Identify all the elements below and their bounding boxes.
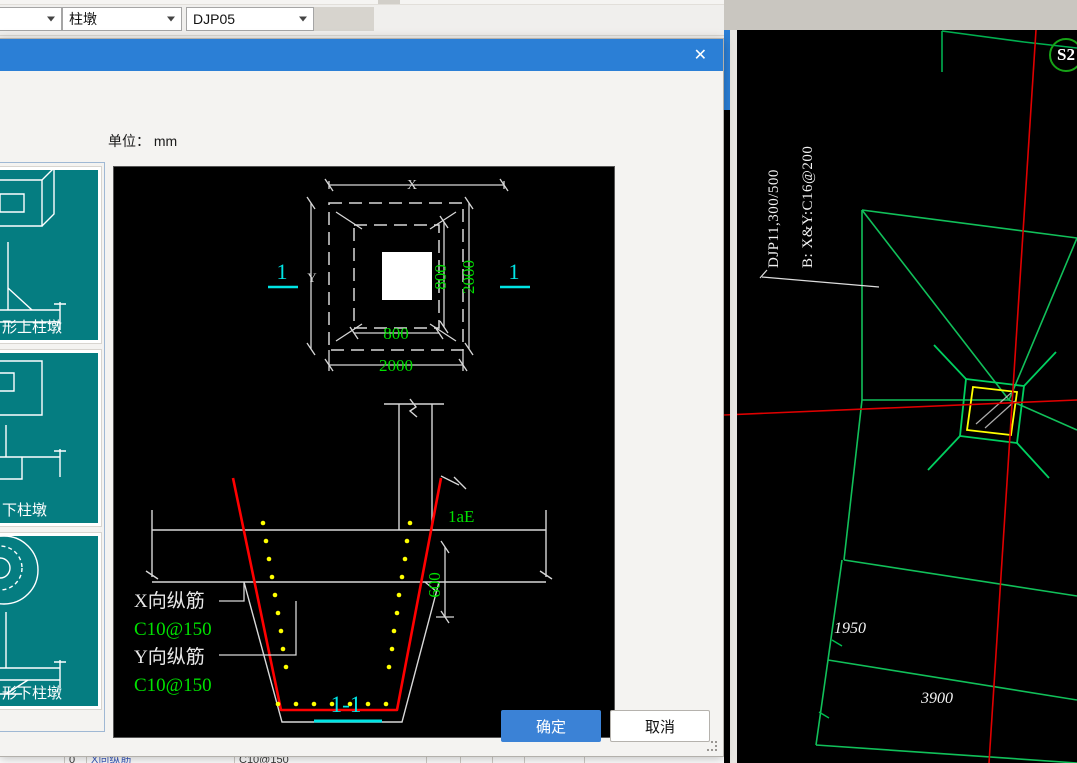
section-anchor-label: 1aE	[448, 507, 474, 526]
section-marker-left: 1	[268, 259, 298, 289]
list-item[interactable]: 形上柱墩	[0, 166, 102, 344]
toolbar-filler	[314, 7, 374, 31]
rebar-y-name: Y向纵筋	[134, 646, 205, 668]
thumbnail-round-tapered-down-pedestal: 形下柱墩	[0, 536, 98, 706]
chevron-down-icon	[167, 16, 175, 22]
cad-dimension-3900: 3900	[921, 690, 953, 707]
cad-dimension-1950: 1950	[834, 620, 866, 637]
rebar-x-spec: C10@150	[134, 619, 212, 640]
plan-outer-width: 2000	[379, 356, 413, 375]
plan-inner-width: 800	[383, 324, 409, 343]
plan-dim-y-label: Y	[307, 270, 317, 285]
dropdown-component-type[interactable]: 柱墩	[62, 7, 182, 31]
resize-grip[interactable]	[707, 741, 719, 753]
rebar-dots	[260, 520, 413, 707]
dialog-footer: 确定 取消	[0, 700, 723, 756]
svg-text:1: 1	[277, 259, 288, 284]
section-marker-right: 1	[500, 259, 530, 289]
cancel-button[interactable]: 取消	[610, 710, 710, 742]
list-item[interactable]: 形下柱墩	[0, 532, 102, 710]
axis-bubble-s2[interactable]: S2	[1049, 38, 1077, 72]
detail-drawing: X Y 800 2000 800 2000 1 1 1aE 600 X向纵筋 C…	[134, 178, 553, 723]
dropdown-component-name-value: DJP05	[193, 11, 236, 27]
cad-viewport-left-edge	[730, 30, 737, 763]
thumbnail-stepped-down-pedestal: 下柱墩	[0, 353, 98, 523]
rebar-main	[231, 477, 443, 712]
cad-viewport-topbar	[724, 0, 1077, 30]
unit-label: 单位： mm	[108, 133, 178, 149]
list-item-label: 形上柱墩	[2, 319, 63, 336]
top-toolbar: 柱墩 DJP05	[0, 0, 724, 36]
thumb-icon-1	[0, 170, 66, 330]
chevron-down-icon	[47, 16, 55, 22]
screen-root: 柱墩 DJP05 0 X向纵筋 C10@150 DJP11,300/500 B:…	[0, 0, 1077, 763]
rebar-x-name: X向纵筋	[134, 590, 205, 612]
detail-drawing-canvas[interactable]: X Y 800 2000 800 2000 1 1 1aE 600 X向纵筋 C…	[113, 166, 615, 738]
confirm-button[interactable]: 确定	[501, 710, 601, 742]
list-item-label: 下柱墩	[2, 502, 48, 519]
thumb-icon-3	[0, 536, 66, 695]
cad-note-line2: B: X&Y:C16@200	[800, 145, 816, 268]
thumb-icon-2	[0, 360, 66, 480]
section-depth-label: 600	[425, 572, 444, 598]
pedestal-detail-dialog: ✕ 单位： mm 形上柱墩 下柱墩 形下柱墩 X Y 800 2000 800 …	[0, 38, 724, 757]
dropdown-component-name[interactable]: DJP05	[186, 7, 314, 31]
dialog-title-bar[interactable]: ✕	[0, 39, 723, 71]
plan-column-section	[382, 252, 432, 300]
thumbnail-tapered-up-pedestal: 形上柱墩	[0, 170, 98, 340]
pedestal-type-list[interactable]: 形上柱墩 下柱墩 形下柱墩	[0, 162, 105, 732]
close-icon[interactable]: ✕	[688, 44, 713, 66]
cad-drawing-viewport[interactable]: DJP11,300/500 B: X&Y:C16@200 1950 3900 S…	[724, 0, 1077, 763]
toolbar-top-divider	[0, 0, 724, 5]
plan-inner-height: 800	[431, 264, 450, 290]
svg-text:1: 1	[509, 259, 520, 284]
toolbar-drag-handle[interactable]	[378, 0, 400, 4]
plan-outer-height: 2000	[459, 260, 478, 294]
rebar-y-spec: C10@150	[134, 675, 212, 696]
cad-geometry	[724, 29, 1077, 763]
cad-note-line1: DJP11,300/500	[766, 169, 782, 268]
dropdown-left[interactable]	[0, 7, 62, 31]
chevron-down-icon	[299, 16, 307, 22]
dropdown-component-type-value: 柱墩	[69, 11, 97, 27]
plan-dim-x-label: X	[407, 178, 417, 193]
list-item[interactable]: 下柱墩	[0, 349, 102, 527]
